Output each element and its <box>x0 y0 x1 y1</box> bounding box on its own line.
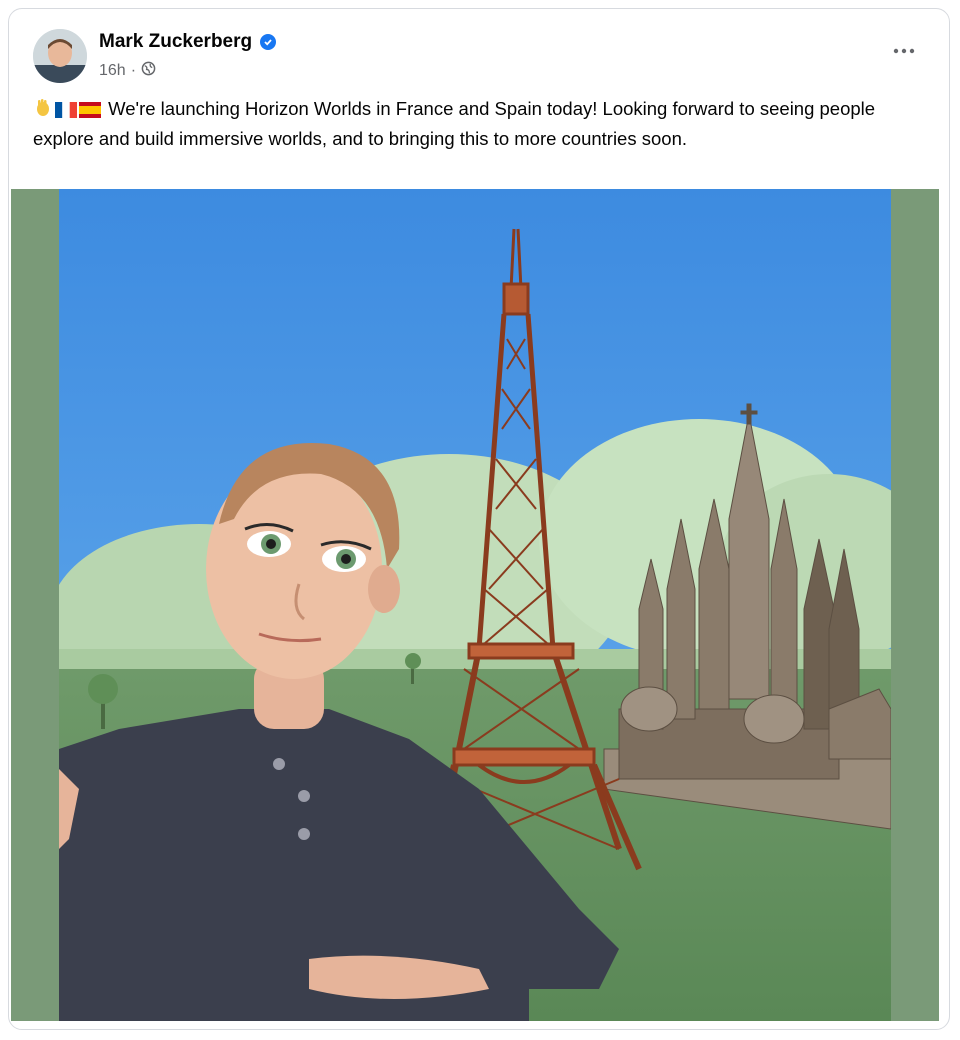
post-time[interactable]: 16h <box>99 62 126 80</box>
horizon-worlds-scene <box>59 189 891 1021</box>
post-meta: 16h · <box>99 61 156 81</box>
more-options-icon[interactable] <box>889 41 919 61</box>
waving-hand-icon <box>33 98 53 125</box>
post-caption: We're launching Horizon Worlds in France… <box>33 95 913 152</box>
post-media-image[interactable] <box>11 189 939 1021</box>
post-header: Mark Zuckerberg 16h · <box>9 9 949 99</box>
flag-france-icon <box>55 98 77 125</box>
author-name[interactable]: Mark Zuckerberg <box>99 31 277 53</box>
meta-separator: · <box>130 62 137 79</box>
avatar[interactable] <box>33 29 87 83</box>
post-card: Mark Zuckerberg 16h · We're launching Ho… <box>8 8 950 1030</box>
author-name-text[interactable]: Mark Zuckerberg <box>99 31 252 53</box>
flag-spain-icon <box>79 98 101 125</box>
globe-icon[interactable] <box>141 61 156 81</box>
caption-text: We're launching Horizon Worlds in France… <box>33 98 876 149</box>
verified-badge-icon <box>260 34 277 50</box>
